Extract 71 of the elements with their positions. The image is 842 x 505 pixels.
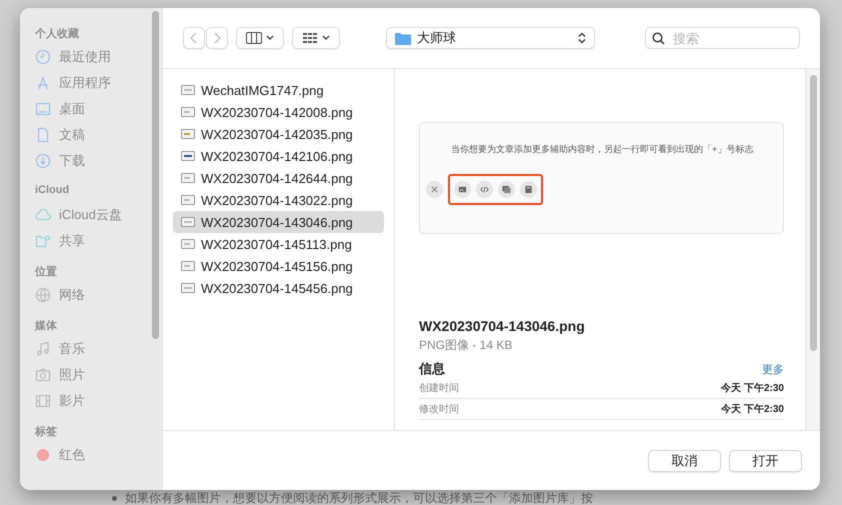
shared-folder-icon [35, 233, 51, 249]
info-value: 今天 下午2:30 [721, 402, 784, 416]
image-file-icon [181, 129, 195, 139]
cancel-button[interactable]: 取消 [648, 450, 721, 472]
file-row[interactable]: WX20230704-143022.png [173, 189, 384, 211]
search-field[interactable]: 搜索 [645, 27, 800, 49]
film-icon [35, 393, 51, 409]
sidebar-heading: 标签 [35, 424, 58, 440]
camera-icon [35, 367, 51, 383]
file-row[interactable]: WX20230704-142035.png [173, 123, 384, 145]
image-file-icon [181, 107, 195, 117]
updown-chevron-icon [578, 32, 586, 44]
code-icon [480, 185, 489, 194]
bullet-text: 如果你有多幅图片，想要以方便阅读的系列形式展示，可以选择第三个「添加图片库」按 [125, 490, 593, 505]
preview-caption: 当你想要为文章添加更多辅助内容时，另起一行即可看到出现的「+」号标志 [451, 143, 754, 156]
file-row[interactable]: WX20230704-145113.png [173, 233, 384, 255]
forward-button[interactable] [206, 27, 228, 49]
file-row[interactable]: WX20230704-142008.png [173, 101, 384, 123]
columns-icon [246, 32, 262, 44]
file-type: PNG图像 - 14 KB [419, 337, 514, 354]
image-file-icon [181, 173, 195, 183]
desktop-icon [35, 101, 51, 117]
image-file-icon [181, 217, 195, 227]
info-heading: 信息 [419, 360, 445, 378]
open-button[interactable]: 打开 [729, 450, 802, 472]
image-file-icon [181, 283, 195, 293]
file-row[interactable]: WechatIMG1747.png [173, 79, 384, 101]
chevron-right-icon [212, 32, 222, 44]
image-file-icon [181, 239, 195, 249]
cloud-icon [35, 207, 51, 223]
scrollbar-thumb[interactable] [152, 11, 159, 339]
sidebar-heading: iCloud [35, 184, 70, 198]
location-dropdown[interactable]: 大师球 [386, 27, 595, 49]
more-link[interactable]: 更多 [762, 362, 784, 376]
view-mode-button[interactable] [236, 27, 284, 49]
grid-icon [302, 32, 318, 44]
image-file-icon [181, 151, 195, 161]
chevron-down-icon [322, 35, 330, 41]
sidebar-heading: 个人收藏 [35, 26, 80, 42]
download-icon [35, 153, 51, 169]
search-icon [652, 32, 665, 44]
file-row[interactable]: WX20230704-142644.png [173, 167, 384, 189]
apps-icon [35, 75, 51, 91]
sidebar-heading: 位置 [35, 264, 58, 280]
document-icon [35, 127, 51, 143]
image-icon [458, 185, 467, 194]
file-name: WX20230704-143046.png [419, 318, 586, 334]
file-row[interactable]: WX20230704-143046.png [173, 211, 384, 233]
info-label: 创建时间 [419, 382, 459, 395]
sidebar-heading: 媒体 [35, 319, 58, 334]
file-row[interactable]: WX20230704-145456.png [173, 277, 384, 299]
clock-icon [35, 49, 51, 65]
back-button[interactable] [183, 27, 205, 49]
image-file-icon [181, 195, 195, 205]
music-note-icon [35, 341, 51, 357]
image-file-icon [181, 85, 195, 95]
gallery-icon [502, 185, 511, 194]
file-row[interactable]: WX20230704-142106.png [173, 145, 384, 167]
chevron-left-icon [189, 32, 199, 44]
close-icon [430, 185, 439, 194]
scrollbar-thumb[interactable] [810, 75, 817, 351]
group-button[interactable] [292, 27, 340, 49]
chevron-down-icon [266, 35, 274, 41]
folder-icon [395, 32, 411, 44]
globe-icon [35, 287, 51, 303]
box-icon [524, 185, 533, 194]
bullet-dot [112, 496, 117, 501]
image-file-icon [181, 261, 195, 271]
info-value: 今天 下午2:30 [721, 382, 784, 395]
file-row[interactable]: WX20230704-145156.png [173, 255, 384, 277]
info-label: 修改时间 [419, 402, 459, 416]
